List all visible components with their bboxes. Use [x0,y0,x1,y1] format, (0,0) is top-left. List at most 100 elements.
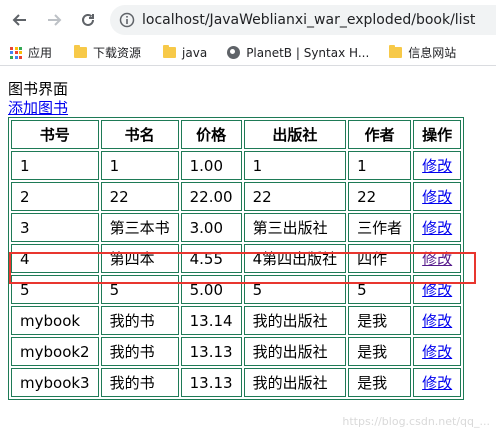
bookmark-label: 下载资源 [93,46,142,60]
table-row: 5 5 5.00 5 5 修改 [11,275,462,304]
cell-book-name: 第四本 [100,244,179,273]
cell-book-id: 4 [11,244,99,273]
bookmarks-bar: 应用 下载资源 java PlanetB | Syntax H... 信息网站 [0,40,496,66]
header-publisher: 出版社 [243,120,347,149]
bookmark-label: PlanetB | Syntax H... [246,45,370,60]
cell-publisher: 第三出版社 [243,213,347,242]
edit-link[interactable]: 修改 [422,343,452,361]
page-content: 图书界面 添加图书 书号 书名 价格 出版社 作者 操作 1 1 1.00 1 1 修改 2… [8,80,488,400]
cell-action: 修改 [413,244,462,273]
cell-publisher: 4第四出版社 [243,244,347,273]
cell-book-name: 5 [100,275,179,304]
table-row: 2 22 22.00 22 22 修改 [11,182,462,211]
edit-link[interactable]: 修改 [422,157,452,175]
bookmark-downloads[interactable]: 下载资源 [74,44,141,61]
globe-icon [227,46,241,59]
edit-link[interactable]: 修改 [422,219,452,237]
edit-link[interactable]: 修改 [422,374,452,392]
cell-author: 四作 [348,244,412,273]
reload-button[interactable] [76,8,100,32]
cell-price: 1.00 [180,151,242,180]
watermark: https://blog.csdn.net/qq_... [342,415,490,428]
table-row: mybook2 我的书 13.13 我的出版社 是我 修改 [11,337,462,366]
cell-publisher: 我的出版社 [243,337,347,366]
bookmark-java[interactable]: java [163,45,208,60]
cell-price: 13.13 [180,337,242,366]
cell-author: 三作者 [348,213,412,242]
cell-book-id: mybook3 [11,368,99,397]
header-book-name: 书名 [100,120,179,149]
header-action: 操作 [413,120,462,149]
forward-arrow-icon [48,14,62,26]
cell-publisher: 22 [243,182,347,211]
folder-icon [163,45,177,58]
cell-action: 修改 [413,275,462,304]
cell-book-name: 我的书 [100,368,179,397]
bookmark-apps[interactable]: 应用 [10,44,52,61]
bookmark-label: java [182,45,208,60]
cell-author: 是我 [348,368,412,397]
cell-publisher: 5 [243,275,347,304]
reload-icon [82,13,94,26]
table-row: 1 1 1.00 1 1 修改 [11,151,462,180]
add-book-link[interactable]: 添加图书 [8,99,68,117]
bookmark-info-sites[interactable]: 信息网站 [389,44,456,61]
table-row: mybook 我的书 13.14 我的出版社 是我 修改 [11,306,462,335]
cell-action: 修改 [413,368,462,397]
cell-book-name: 我的书 [100,337,179,366]
cell-action: 修改 [413,151,462,180]
cell-action: 修改 [413,306,462,335]
cell-book-id: mybook2 [11,337,99,366]
back-arrow-icon [12,14,26,26]
address-bar[interactable]: localhost/JavaWeblianxi_war_exploded/boo… [110,5,496,35]
cell-price: 22.00 [180,182,242,211]
cell-book-id: 5 [11,275,99,304]
page-title: 图书界面 [8,80,69,98]
cell-price: 3.00 [180,213,242,242]
cell-action: 修改 [413,213,462,242]
header-author: 作者 [348,120,412,149]
forward-button[interactable] [42,8,66,32]
bookmark-label: 信息网站 [408,46,457,60]
cell-publisher: 我的出版社 [243,306,347,335]
edit-link[interactable]: 修改 [422,281,452,299]
bookmark-planetb[interactable]: PlanetB | Syntax H... [227,46,369,60]
cell-book-name: 1 [100,151,179,180]
cell-book-id: 1 [11,151,99,180]
apps-icon [10,46,22,59]
table-header-row: 书号 书名 价格 出版社 作者 操作 [11,120,462,149]
table-row: mybook3 我的书 13.13 我的出版社 是我 修改 [11,368,462,397]
header-price: 价格 [180,120,242,149]
folder-icon [74,45,88,58]
cell-action: 修改 [413,337,462,366]
cell-book-id: mybook [11,306,99,335]
folder-icon [389,45,403,58]
cell-price: 13.13 [180,368,242,397]
back-button[interactable] [8,8,32,32]
cell-author: 5 [348,275,412,304]
header-book-id: 书号 [11,120,99,149]
cell-author: 1 [348,151,412,180]
cell-price: 4.55 [180,244,242,273]
cell-author: 是我 [348,306,412,335]
browser-toolbar: localhost/JavaWeblianxi_war_exploded/boo… [0,0,496,40]
cell-book-name: 第三本书 [100,213,179,242]
cell-publisher: 1 [243,151,347,180]
info-icon[interactable] [118,11,136,29]
cell-book-name: 22 [100,182,179,211]
url-text[interactable]: localhost/JavaWeblianxi_war_exploded/boo… [142,12,475,28]
books-table: 书号 书名 价格 出版社 作者 操作 1 1 1.00 1 1 修改 2 22 22.00 22 2… [8,117,465,400]
bookmark-label: 应用 [28,46,53,60]
edit-link[interactable]: 修改 [422,312,452,330]
cell-price: 5.00 [180,275,242,304]
cell-action: 修改 [413,182,462,211]
cell-author: 是我 [348,337,412,366]
table-row: 3 第三本书 3.00 第三出版社 三作者 修改 [11,213,462,242]
cell-publisher: 我的出版社 [243,368,347,397]
cell-author: 22 [348,182,412,211]
edit-link[interactable]: 修改 [422,250,452,268]
cell-book-id: 2 [11,182,99,211]
cell-book-id: 3 [11,213,99,242]
edit-link[interactable]: 修改 [422,188,452,206]
table-row: 4 第四本 4.55 4第四出版社 四作 修改 [11,244,462,273]
